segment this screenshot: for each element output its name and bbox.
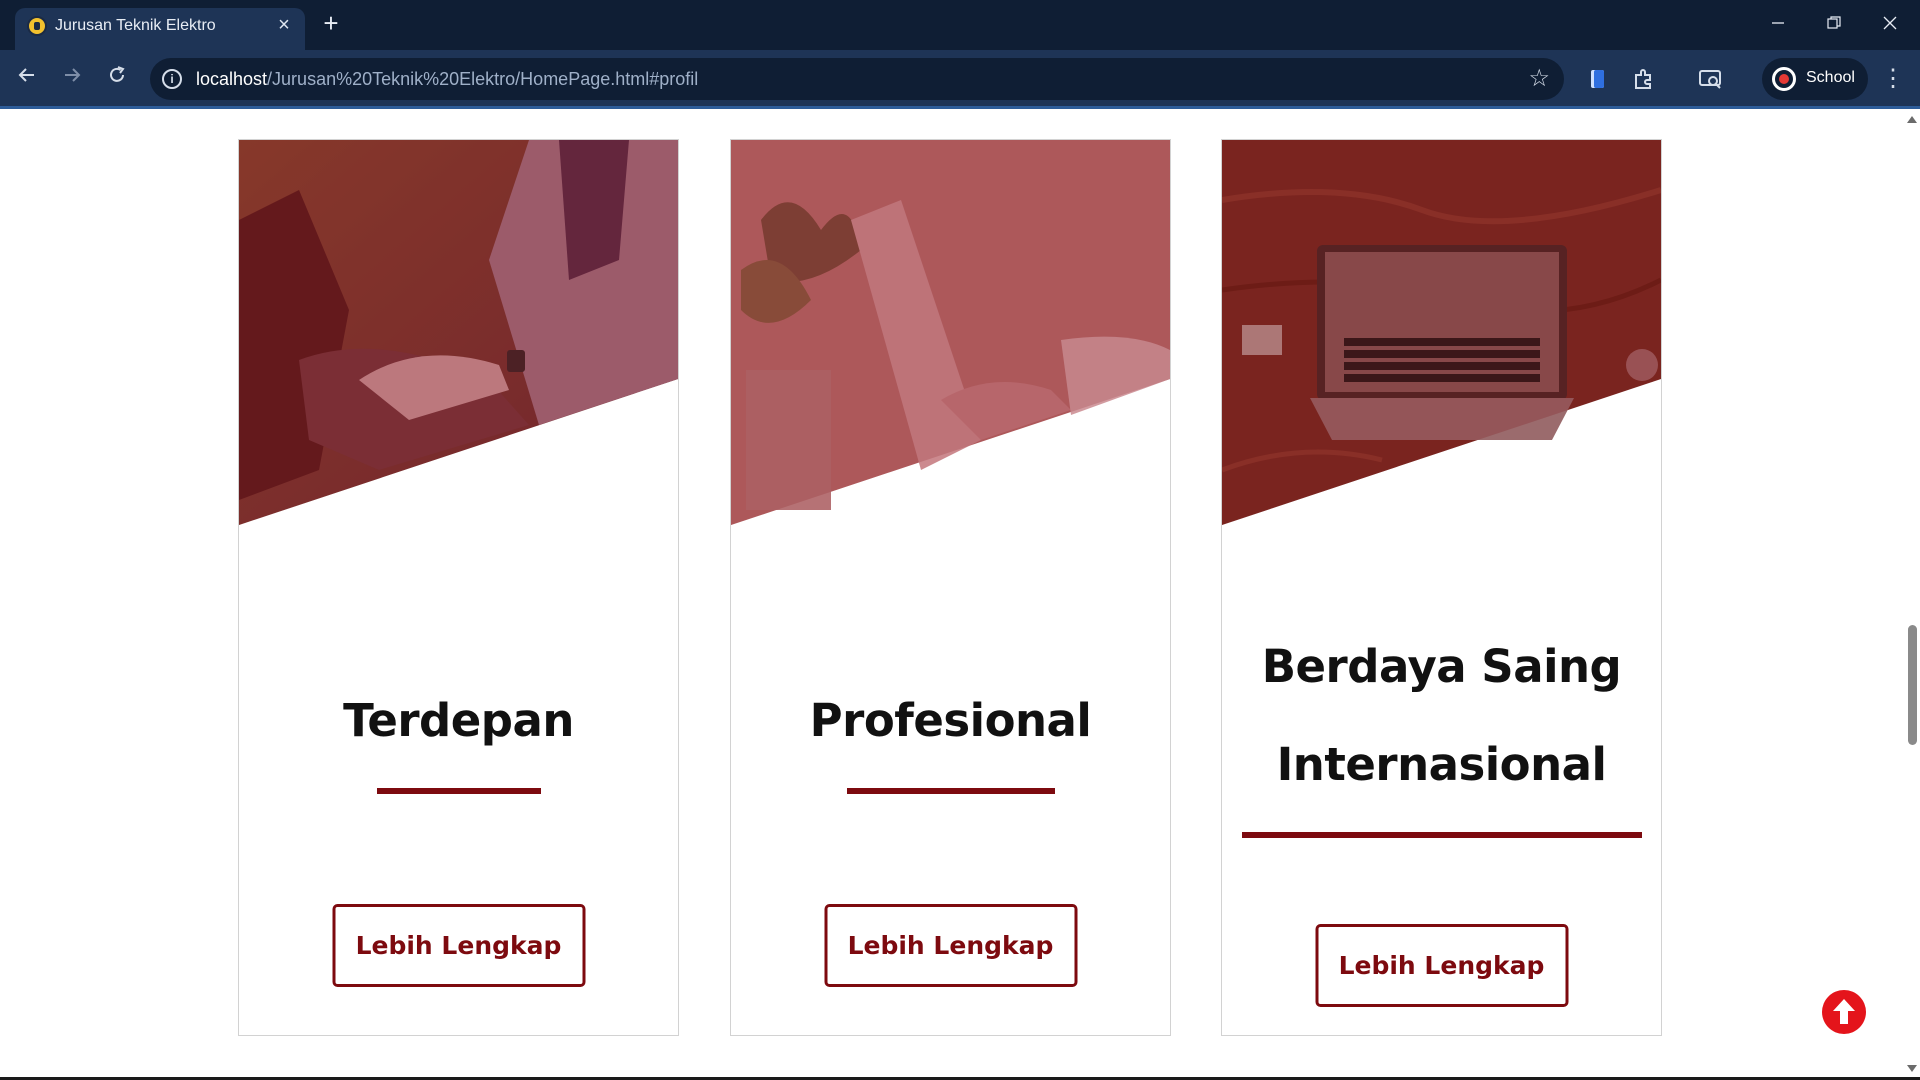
profile-button[interactable]: School <box>1762 58 1868 100</box>
scroll-down-arrow-icon[interactable] <box>1907 1065 1917 1072</box>
site-info-icon[interactable]: i <box>162 69 182 89</box>
profile-label: School <box>1806 69 1855 86</box>
scroll-up-arrow-icon[interactable] <box>1907 116 1917 123</box>
arrow-up-icon <box>1833 999 1855 1024</box>
reading-list-icon[interactable] <box>1585 66 1611 92</box>
new-tab-button[interactable]: + <box>316 9 346 39</box>
card-title-underline <box>1241 832 1642 838</box>
site-favicon-icon <box>27 16 47 36</box>
browser-tab-active[interactable]: Jurusan Teknik Elektro × <box>15 8 305 50</box>
card-title-underline <box>846 788 1055 794</box>
browser-tab-strip: Jurusan Teknik Elektro × + <box>0 0 1920 50</box>
profile-avatar-icon <box>1772 67 1796 91</box>
address-bar[interactable]: i localhost/Jurusan%20Teknik%20Elektro/H… <box>150 58 1564 100</box>
reload-icon[interactable] <box>100 62 134 96</box>
close-tab-icon[interactable]: × <box>273 14 295 36</box>
forward-icon[interactable] <box>55 62 89 96</box>
back-icon[interactable] <box>10 62 44 96</box>
card-title: Terdepan <box>343 694 574 747</box>
profile-card-profesional: Profesional Lebih Lengkap <box>730 139 1171 1036</box>
page-viewport: Terdepan Lebih Lengkap Profesional Lebih… <box>0 109 1904 1078</box>
card-title-underline <box>376 788 541 794</box>
tab-title: Jurusan Teknik Elektro <box>55 17 216 34</box>
close-window-icon[interactable] <box>1874 10 1906 38</box>
lebih-lengkap-button[interactable]: Lebih Lengkap <box>332 904 585 987</box>
profile-card-berdaya-saing: Berdaya Saing Internasional Lebih Lengka… <box>1221 139 1662 1036</box>
page-scrollbar[interactable] <box>1904 109 1920 1078</box>
card-title: Profesional <box>809 694 1092 747</box>
extensions-icon[interactable] <box>1631 66 1657 92</box>
card-image-typing-plant <box>731 140 1170 530</box>
card-image-laptop-desk <box>1222 140 1661 530</box>
card-title-line-1: Berdaya Saing <box>1261 640 1622 693</box>
card-title-line-2: Internasional <box>1276 738 1607 791</box>
star-icon[interactable]: ☆ <box>1528 64 1550 94</box>
card-body: Terdepan <box>239 672 678 794</box>
scroll-thumb[interactable] <box>1908 625 1917 745</box>
profile-card-terdepan: Terdepan Lebih Lengkap <box>238 139 679 1036</box>
menu-icon[interactable]: ⋮ <box>1878 64 1908 94</box>
cast-icon[interactable] <box>1697 66 1723 92</box>
lebih-lengkap-button[interactable]: Lebih Lengkap <box>824 904 1077 987</box>
card-body: Berdaya Saing Internasional <box>1222 618 1661 838</box>
minimize-icon[interactable] <box>1762 10 1794 38</box>
back-to-top-button[interactable] <box>1822 990 1866 1034</box>
browser-toolbar: i localhost/Jurusan%20Teknik%20Elektro/H… <box>0 50 1920 108</box>
restore-icon[interactable] <box>1818 10 1850 38</box>
lebih-lengkap-button[interactable]: Lebih Lengkap <box>1315 924 1568 1007</box>
card-image-woman-laptop <box>239 140 678 530</box>
url-text: localhost/Jurusan%20Teknik%20Elektro/Hom… <box>196 69 699 89</box>
card-body: Profesional <box>731 672 1170 794</box>
